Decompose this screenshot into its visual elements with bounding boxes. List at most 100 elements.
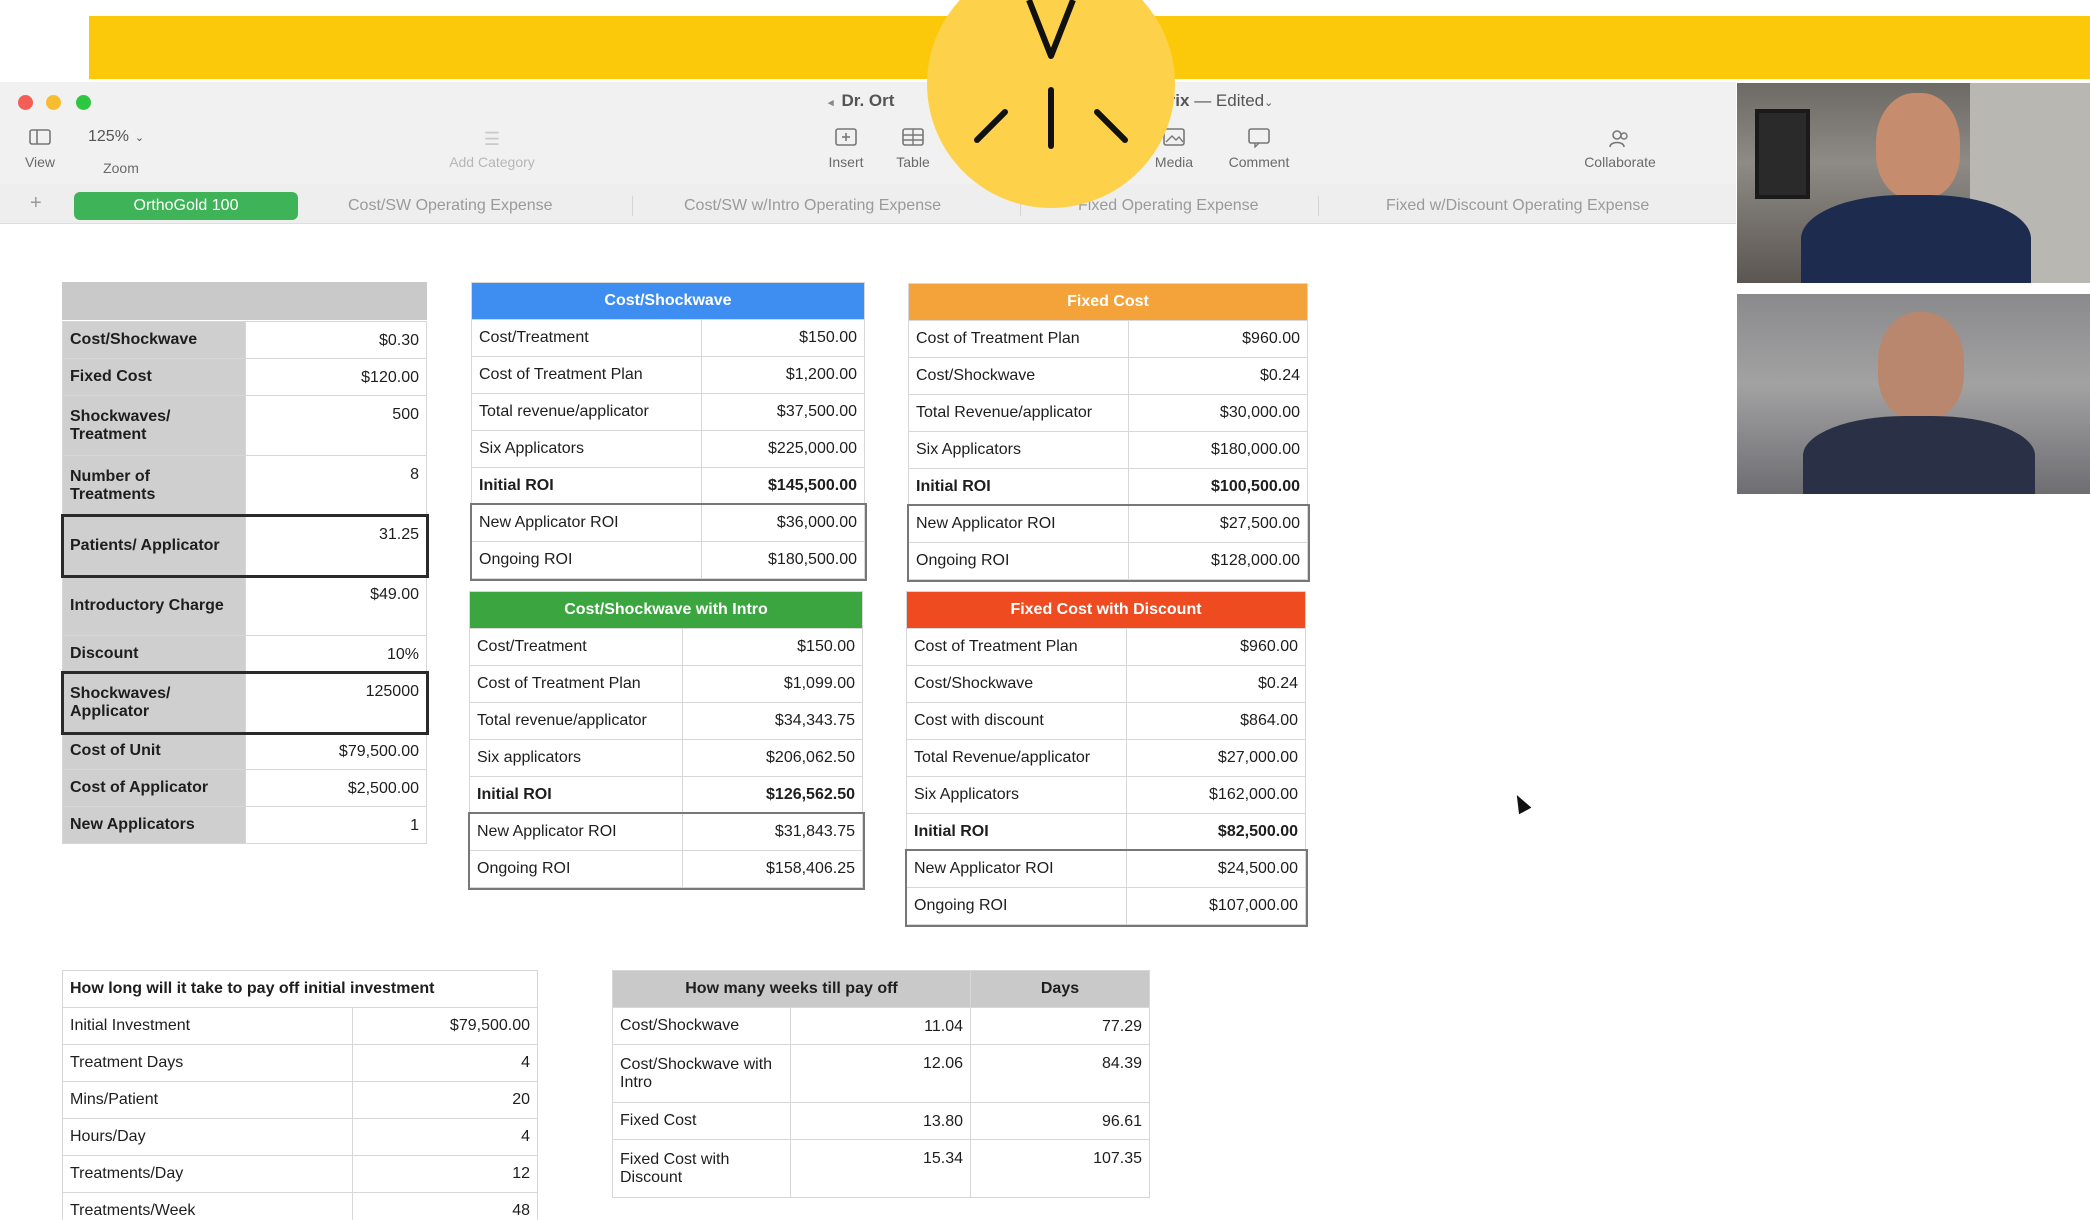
table-header-row: Fixed Cost with Discount bbox=[906, 591, 1306, 629]
row-label: Initial ROI bbox=[906, 813, 1127, 851]
row-value[interactable]: $158,406.25 bbox=[682, 850, 863, 888]
row-value[interactable]: $79,500.00 bbox=[352, 1007, 538, 1045]
input-value[interactable]: $49.00 bbox=[245, 575, 427, 636]
row-value[interactable]: $82,500.00 bbox=[1126, 813, 1306, 851]
row-value[interactable]: $180,000.00 bbox=[1128, 431, 1308, 469]
minimize-window-button[interactable] bbox=[46, 95, 61, 110]
table-row: Fixed Cost with Discount 15.34 107.35 bbox=[612, 1139, 1150, 1198]
days-value[interactable]: 107.35 bbox=[970, 1139, 1150, 1198]
row-label: Cost with discount bbox=[906, 702, 1127, 740]
row-value[interactable]: $0.24 bbox=[1128, 357, 1308, 395]
row-value[interactable]: $960.00 bbox=[1128, 320, 1308, 358]
table-row: Fixed Cost $120.00 bbox=[62, 358, 427, 396]
row-label: Initial ROI bbox=[469, 776, 683, 814]
input-value[interactable]: $79,500.00 bbox=[245, 732, 427, 770]
input-value[interactable]: 10% bbox=[245, 635, 427, 673]
row-value[interactable]: $960.00 bbox=[1126, 628, 1306, 666]
input-label: Number of Treatments bbox=[62, 455, 246, 516]
input-value[interactable]: 1 bbox=[245, 806, 427, 844]
table-row: Ongoing ROI $128,000.00 bbox=[908, 542, 1308, 580]
tab-cost-sw-operating-expense[interactable]: Cost/SW Operating Expense bbox=[348, 192, 553, 220]
tab-separator bbox=[632, 196, 633, 216]
row-value[interactable]: $145,500.00 bbox=[701, 467, 865, 505]
zoom-label-wrap: Zoom bbox=[94, 156, 148, 176]
tab-cost-sw-intro-operating-expense[interactable]: Cost/SW w/Intro Operating Expense bbox=[684, 192, 941, 220]
row-label: New Applicator ROI bbox=[469, 813, 683, 851]
edited-status[interactable]: — Edited bbox=[1194, 91, 1264, 110]
video-tile-participant-2[interactable] bbox=[1737, 294, 2090, 494]
weeks-value[interactable]: 12.06 bbox=[790, 1044, 971, 1103]
weeks-value[interactable]: 11.04 bbox=[790, 1007, 971, 1045]
row-value[interactable]: $180,500.00 bbox=[701, 541, 865, 579]
row-value[interactable]: $27,500.00 bbox=[1128, 505, 1308, 543]
row-value[interactable]: $24,500.00 bbox=[1126, 850, 1306, 888]
add-sheet-button[interactable]: + bbox=[30, 192, 42, 215]
participant-2-shirt bbox=[1803, 416, 2035, 494]
comment-icon bbox=[1214, 128, 1304, 150]
row-value[interactable]: $206,062.50 bbox=[682, 739, 863, 777]
row-value[interactable]: $34,343.75 bbox=[682, 702, 863, 740]
participant-1-shirt bbox=[1801, 195, 2031, 283]
input-value[interactable]: 125000 bbox=[245, 672, 427, 733]
input-label: Fixed Cost bbox=[62, 358, 246, 396]
fullscreen-window-button[interactable] bbox=[76, 95, 91, 110]
table-row: Total revenue/applicator $34,343.75 bbox=[469, 702, 863, 740]
row-value[interactable]: $27,000.00 bbox=[1126, 739, 1306, 777]
input-value[interactable]: $2,500.00 bbox=[245, 769, 427, 807]
video-tile-participant-1[interactable] bbox=[1737, 83, 2090, 283]
add-category-button[interactable]: ☰ Add Category bbox=[430, 118, 554, 170]
row-value[interactable]: $864.00 bbox=[1126, 702, 1306, 740]
row-value[interactable]: $37,500.00 bbox=[701, 393, 865, 431]
row-value[interactable]: $36,000.00 bbox=[701, 504, 865, 542]
table-row: Cost/Shockwave 11.04 77.29 bbox=[612, 1007, 1150, 1045]
input-value[interactable]: $0.30 bbox=[245, 321, 427, 359]
close-window-button[interactable] bbox=[18, 95, 33, 110]
fixed-cost-table: Fixed Cost Cost of Treatment Plan $960.00 C… bbox=[908, 283, 1308, 580]
tab-fixed-discount-operating-expense[interactable]: Fixed w/Discount Operating Expense bbox=[1386, 192, 1649, 220]
input-value[interactable]: 500 bbox=[245, 395, 427, 456]
days-value[interactable]: 96.61 bbox=[970, 1102, 1150, 1140]
row-value[interactable]: $31,843.75 bbox=[682, 813, 863, 851]
table-row: New Applicator ROI $31,843.75 bbox=[469, 813, 863, 851]
row-value[interactable]: 4 bbox=[352, 1044, 538, 1082]
insert-label: Insert bbox=[828, 154, 864, 170]
row-value[interactable]: 48 bbox=[352, 1192, 538, 1220]
row-value[interactable]: $1,200.00 bbox=[701, 356, 865, 394]
row-value[interactable]: $150.00 bbox=[701, 319, 865, 357]
row-value[interactable]: 20 bbox=[352, 1081, 538, 1119]
zoom-select[interactable]: 125% ⌄ bbox=[88, 128, 144, 146]
row-value[interactable]: 12 bbox=[352, 1155, 538, 1193]
row-value[interactable]: $100,500.00 bbox=[1128, 468, 1308, 506]
table-row: Fixed Cost 13.80 96.61 bbox=[612, 1102, 1150, 1140]
row-value[interactable]: $0.24 bbox=[1126, 665, 1306, 703]
table-row: Mins/Patient 20 bbox=[62, 1081, 538, 1119]
input-value[interactable]: $120.00 bbox=[245, 358, 427, 396]
row-value[interactable]: $162,000.00 bbox=[1126, 776, 1306, 814]
view-button[interactable]: View bbox=[18, 118, 62, 170]
input-value[interactable]: 31.25 bbox=[245, 515, 427, 576]
days-value[interactable]: 84.39 bbox=[970, 1044, 1150, 1103]
collaborate-button[interactable]: Collaborate bbox=[1566, 118, 1674, 170]
cost-shockwave-intro-table: Cost/Shockwave with Intro Cost/Treatment $… bbox=[469, 591, 863, 888]
row-value[interactable]: $128,000.00 bbox=[1128, 542, 1308, 580]
row-value[interactable]: 4 bbox=[352, 1118, 538, 1156]
fixed-cost-discount-table: Fixed Cost with Discount Cost of Treatmen… bbox=[906, 591, 1306, 925]
row-label: Total Revenue/applicator bbox=[908, 394, 1129, 432]
row-value[interactable]: $150.00 bbox=[682, 628, 863, 666]
row-value[interactable]: $30,000.00 bbox=[1128, 394, 1308, 432]
tab-orthogold-100[interactable]: OrthoGold 100 bbox=[74, 192, 298, 220]
input-label: Cost of Unit bbox=[62, 732, 246, 770]
days-value[interactable]: 77.29 bbox=[970, 1007, 1150, 1045]
input-label: Cost/Shockwave bbox=[62, 321, 246, 359]
row-value[interactable]: $225,000.00 bbox=[701, 430, 865, 468]
row-label: Cost/Treatment bbox=[469, 628, 683, 666]
weeks-value[interactable]: 15.34 bbox=[790, 1139, 971, 1198]
row-value[interactable]: $1,099.00 bbox=[682, 665, 863, 703]
input-value[interactable]: 8 bbox=[245, 455, 427, 516]
row-label: Initial ROI bbox=[908, 468, 1129, 506]
weeks-value[interactable]: 13.80 bbox=[790, 1102, 971, 1140]
comment-button[interactable]: Comment bbox=[1214, 118, 1304, 170]
row-value[interactable]: $107,000.00 bbox=[1126, 887, 1306, 925]
insert-button[interactable]: Insert bbox=[818, 118, 874, 170]
row-value[interactable]: $126,562.50 bbox=[682, 776, 863, 814]
